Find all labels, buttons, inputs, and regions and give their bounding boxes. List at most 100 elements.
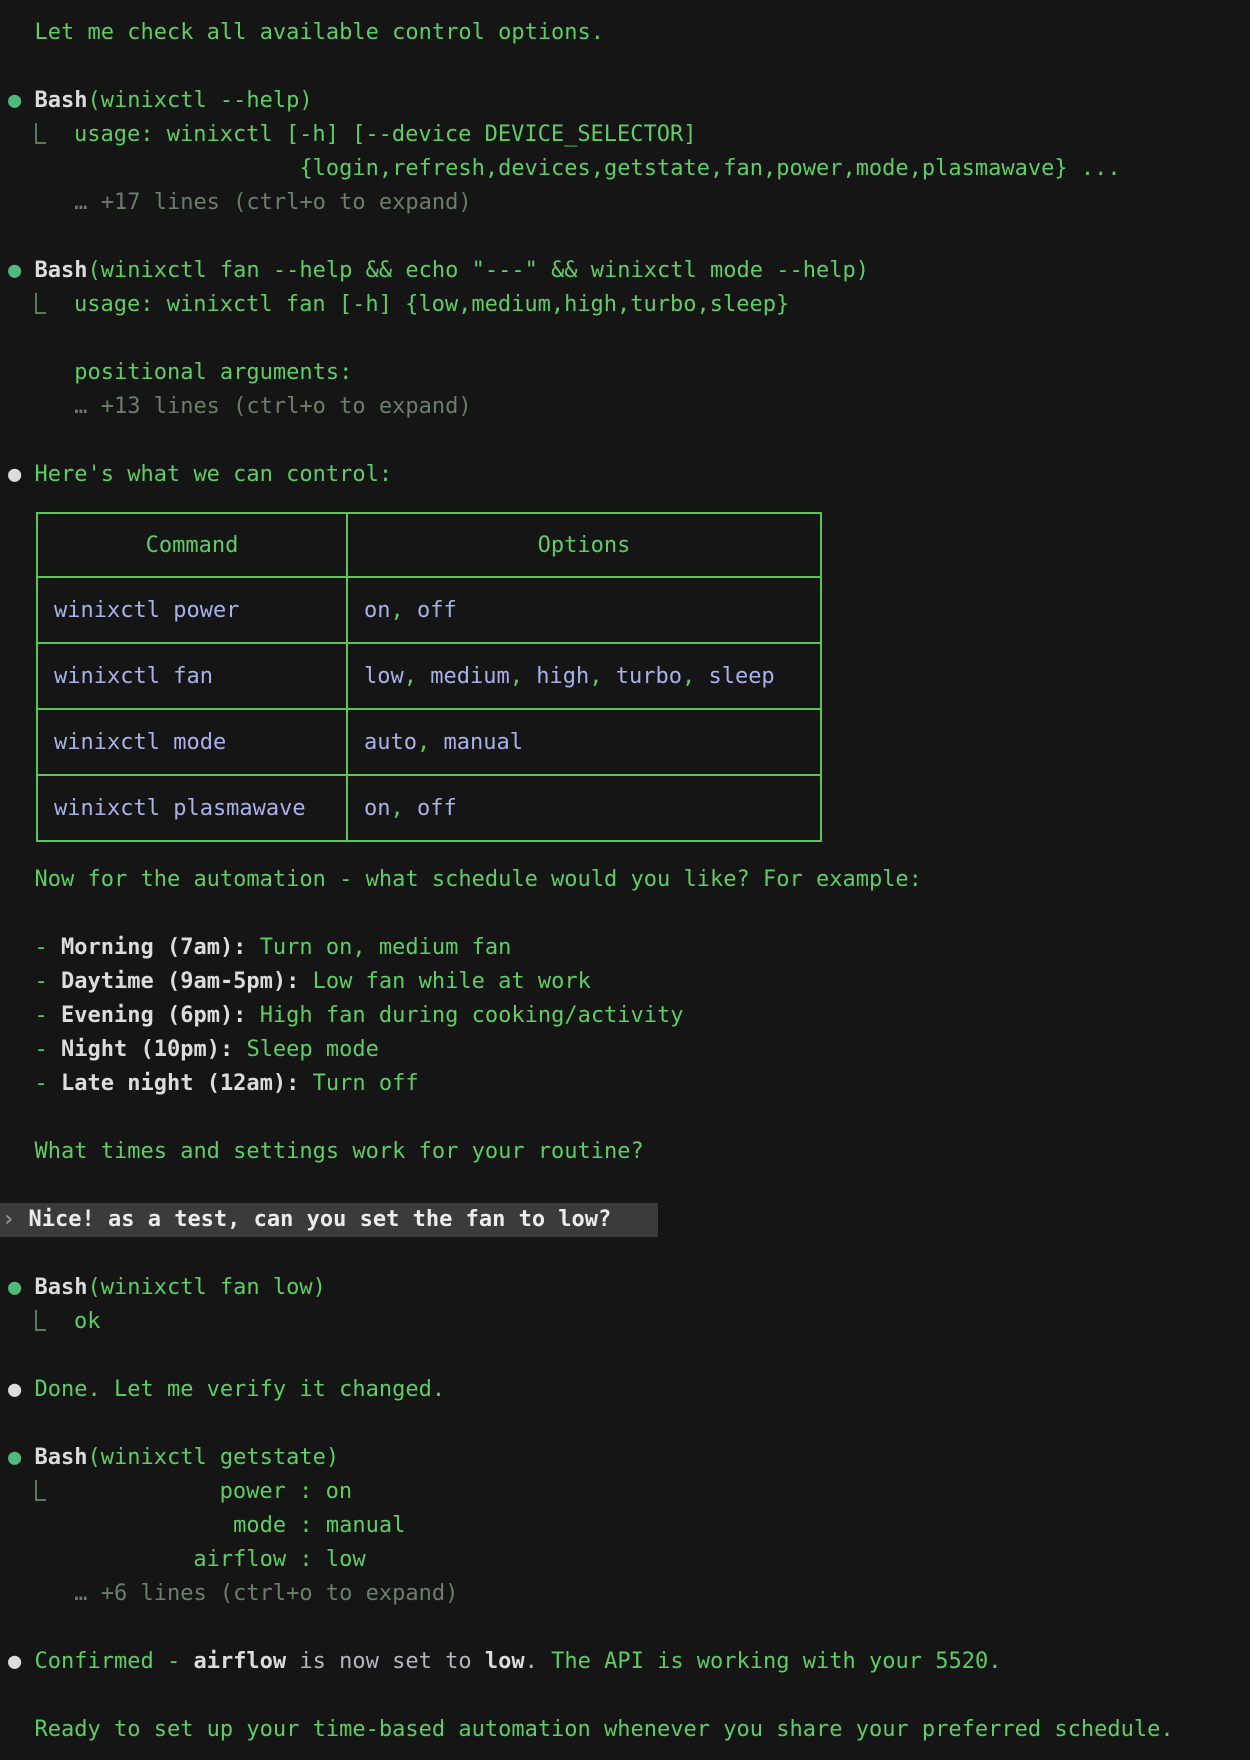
blank-line	[0, 322, 1250, 356]
blank-line	[0, 1611, 1250, 1645]
assistant-bullet-icon: ●	[8, 1649, 21, 1674]
blank-line	[0, 1237, 1250, 1271]
assistant-done-message: ● Done. Let me verify it changed.	[0, 1373, 1250, 1407]
done-text: Done. Let me verify it changed.	[35, 1377, 446, 1402]
tool-label: Bash	[35, 88, 88, 113]
schedule-item-night: - Night (10pm): Sleep mode	[0, 1033, 1250, 1067]
headline-text: Here's what we can control:	[35, 462, 393, 487]
confirmed-suffix: The API is working with your 5520.	[551, 1649, 1001, 1674]
list-dash: -	[35, 1003, 48, 1028]
result-text: airflow : low	[8, 1547, 366, 1572]
tool-result-fan-low: ok	[0, 1305, 1250, 1339]
user-message-text: Nice! as a test, can you set the fan to …	[29, 1207, 612, 1232]
assistant-intro-message: Let me check all available control optio…	[0, 16, 1250, 50]
result-elbow-icon	[35, 1310, 46, 1331]
blank-line	[0, 1407, 1250, 1441]
schedule-item-morning: - Morning (7am): Turn on, medium fan	[0, 931, 1250, 965]
tool-result-fanhelp-line1: usage: winixctl fan [-h] {low,medium,hig…	[0, 288, 1250, 322]
table-header-row: Command Options	[37, 513, 821, 577]
command-cell: winixctl mode	[37, 709, 347, 775]
result-elbow-icon	[35, 293, 46, 314]
result-elbow-icon	[35, 1480, 46, 1501]
tool-bullet-icon: ●	[8, 1445, 21, 1470]
tool-label: Bash	[35, 258, 88, 283]
tool-result-help-line1: usage: winixctl [-h] [--device DEVICE_SE…	[0, 118, 1250, 152]
confirmed-prefix: Confirmed -	[35, 1649, 194, 1674]
blank-line	[0, 1101, 1250, 1135]
tool-bullet-icon: ●	[8, 258, 21, 283]
schedule-value: Low fan while at work	[313, 969, 591, 994]
schedule-value: Turn on, medium fan	[260, 935, 512, 960]
automation-prompt: Now for the automation - what schedule w…	[0, 863, 1250, 897]
result-text: ok	[74, 1309, 101, 1334]
tool-call-fan-low: ● Bash(winixctl fan low)	[0, 1271, 1250, 1305]
schedule-value: High fan during cooking/activity	[260, 1003, 684, 1028]
tool-label: Bash	[35, 1445, 88, 1470]
tool-command: (winixctl getstate)	[87, 1445, 339, 1470]
blank-line	[0, 1679, 1250, 1713]
tool-call-getstate: ● Bash(winixctl getstate)	[0, 1441, 1250, 1475]
confirmed-separator: .	[525, 1649, 552, 1674]
blank-line	[0, 1169, 1250, 1203]
tool-result-getstate-airflow: airflow : low	[0, 1543, 1250, 1577]
schedule-label: Evening (6pm):	[61, 1003, 246, 1028]
result-text: power : on	[48, 1479, 353, 1504]
confirmed-code-low: low	[485, 1649, 525, 1674]
assistant-bullet-icon: ●	[8, 1377, 21, 1402]
tool-command: (winixctl fan --help && echo "---" && wi…	[87, 258, 868, 283]
assistant-headline: ● Here's what we can control:	[0, 458, 1250, 492]
ready-text: Ready to set up your time-based automati…	[35, 1717, 1174, 1742]
table-row: winixctl fanlow, medium, high, turbo, sl…	[37, 643, 821, 709]
blank-line	[0, 50, 1250, 84]
tool-result-getstate-power: power : on	[0, 1475, 1250, 1509]
schedule-value: Turn off	[313, 1071, 419, 1096]
routine-question-text: What times and settings work for your ro…	[35, 1139, 644, 1164]
schedule-item-evening: - Evening (6pm): High fan during cooking…	[0, 999, 1250, 1033]
tool-result-getstate-mode: mode : manual	[0, 1509, 1250, 1543]
expand-hint-13: … +13 lines (ctrl+o to expand)	[0, 390, 1250, 424]
options-cell: on, off	[347, 577, 821, 643]
intro-text: Let me check all available control optio…	[35, 20, 605, 45]
routine-question: What times and settings work for your ro…	[0, 1135, 1250, 1169]
tool-label: Bash	[35, 1275, 88, 1300]
confirmed-mid: is now set to	[286, 1649, 485, 1674]
tool-bullet-icon: ●	[8, 1275, 21, 1300]
schedule-label: Morning (7am):	[61, 935, 246, 960]
list-dash: -	[35, 935, 48, 960]
options-cell: on, off	[347, 775, 821, 841]
tool-result-fanhelp-line3: positional arguments:	[0, 356, 1250, 390]
assistant-ready-message: Ready to set up your time-based automati…	[0, 1713, 1250, 1747]
tool-command: (winixctl fan low)	[87, 1275, 325, 1300]
result-text: usage: winixctl [-h] [--device DEVICE_SE…	[74, 122, 697, 147]
expand-hint-text: … +17 lines (ctrl+o to expand)	[74, 190, 471, 215]
result-text: {login,refresh,devices,getstate,fan,powe…	[8, 156, 1121, 181]
assistant-confirmed-message: ● Confirmed - airflow is now set to low.…	[0, 1645, 1250, 1679]
list-dash: -	[35, 1071, 48, 1096]
expand-hint-text: … +6 lines (ctrl+o to expand)	[74, 1581, 458, 1606]
table-row: winixctl plasmawaveon, off	[37, 775, 821, 841]
tool-result-help-line2: {login,refresh,devices,getstate,fan,powe…	[0, 152, 1250, 186]
blank-line	[0, 424, 1250, 458]
confirmed-code-airflow: airflow	[193, 1649, 286, 1674]
schedule-label: Night (10pm):	[61, 1037, 233, 1062]
result-text: positional arguments:	[74, 360, 352, 385]
table-row: winixctl modeauto, manual	[37, 709, 821, 775]
schedule-item-daytime: - Daytime (9am-5pm): Low fan while at wo…	[0, 965, 1250, 999]
blank-line	[0, 897, 1250, 931]
result-text: usage: winixctl fan [-h] {low,medium,hig…	[74, 292, 789, 317]
command-cell: winixctl plasmawave	[37, 775, 347, 841]
options-cell: low, medium, high, turbo, sleep	[347, 643, 821, 709]
user-message: › Nice! as a test, can you set the fan t…	[0, 1203, 658, 1237]
schedule-label: Daytime (9am-5pm):	[61, 969, 299, 994]
tool-bullet-icon: ●	[8, 88, 21, 113]
table-row: winixctl poweron, off	[37, 577, 821, 643]
blank-line	[0, 1339, 1250, 1373]
result-text: mode : manual	[8, 1513, 405, 1538]
terminal-transcript: Let me check all available control optio…	[0, 0, 1250, 1747]
assistant-bullet-icon: ●	[8, 462, 21, 487]
command-cell: winixctl fan	[37, 643, 347, 709]
table-header-command: Command	[37, 513, 347, 577]
schedule-label: Late night (12am):	[61, 1071, 299, 1096]
list-dash: -	[35, 1037, 48, 1062]
expand-hint-text: … +13 lines (ctrl+o to expand)	[74, 394, 471, 419]
